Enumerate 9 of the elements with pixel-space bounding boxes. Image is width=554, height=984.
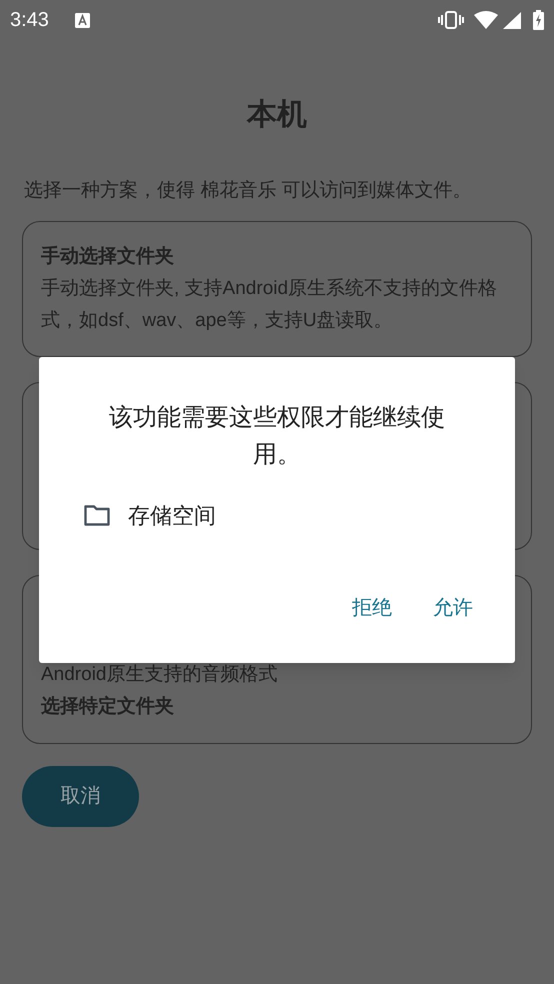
status-time: 3:43 xyxy=(10,8,49,33)
instruction-text: 选择一种方案，使得 棉花音乐 可以访问到媒体文件。 xyxy=(24,178,473,203)
dialog-message: 该功能需要这些权限才能继续使用。 xyxy=(108,403,446,470)
option-description: Android原生支持的音频格式 xyxy=(41,662,278,686)
option-description: 手动选择文件夹, 支持Android原生系统不支持的文件格式，如dsf、wav、ape等，支持U盘读取。 xyxy=(41,276,498,332)
permission-label: 存储空间 xyxy=(128,502,216,530)
option-title: 手动选择文件夹 xyxy=(41,244,175,268)
page-title: 本机 xyxy=(247,97,307,133)
option-subtitle: 选择特定文件夹 xyxy=(41,694,175,718)
